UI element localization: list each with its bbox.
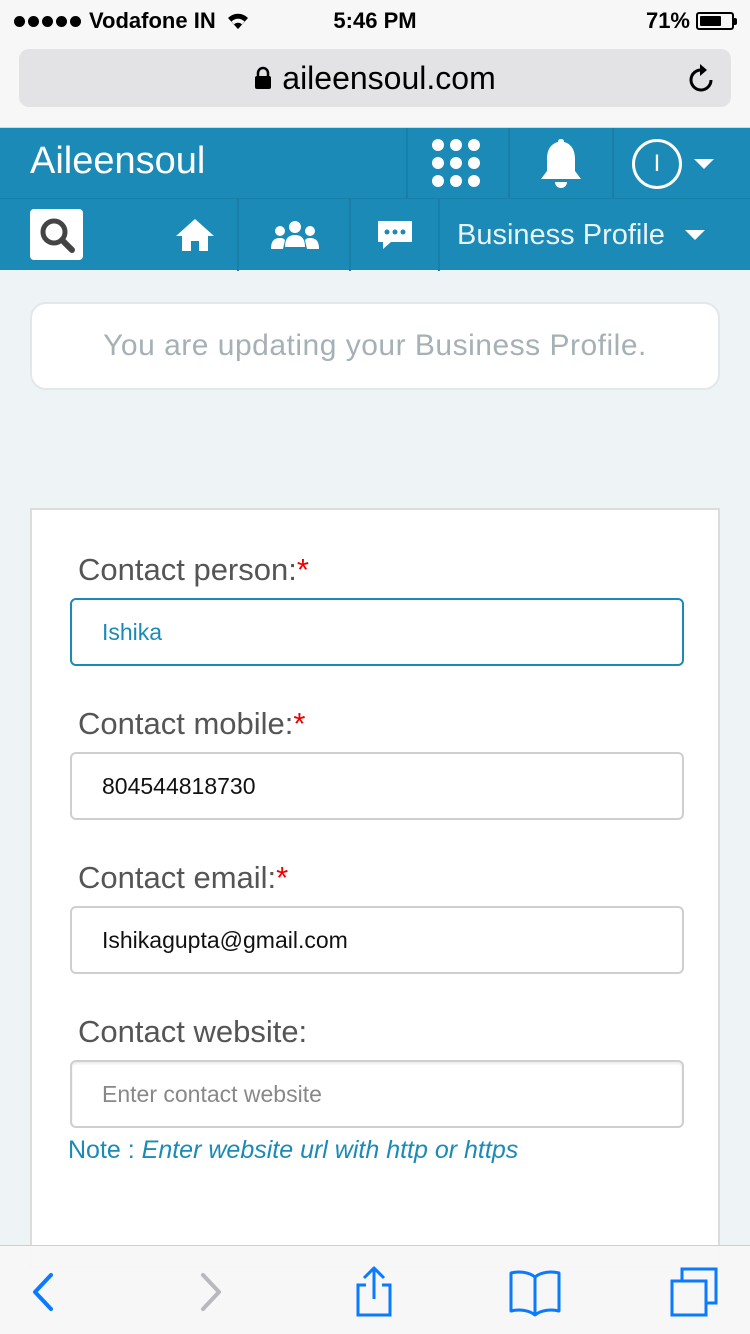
divider [612,128,614,198]
note-text: Enter website url with http or https [141,1136,519,1164]
search-icon [40,218,75,253]
share-icon [356,1266,392,1317]
battery-info: 71% [645,8,737,34]
contact-website-label: Contact website: [78,1014,307,1050]
back-icon [33,1273,53,1311]
app-header: Aileensoul I [0,128,750,198]
note-prefix: Note : [68,1136,142,1164]
network-button[interactable] [265,209,325,261]
contact-email-input[interactable]: Ishikagupta@gmail.com [70,906,684,974]
input-value: 804544818730 [102,772,256,799]
browser-chrome: aileensoul.com [0,40,750,128]
battery-icon [696,12,737,30]
apps-grid-button[interactable] [430,136,482,190]
brand-logo[interactable]: Aileensoul [30,140,205,183]
profile-switch-menu[interactable]: Business Profile [440,199,750,271]
label-text: Contact person: [78,552,297,587]
user-menu[interactable]: I [632,139,722,189]
contact-mobile-input[interactable]: 804544818730 [70,752,684,820]
chat-icon [378,221,412,249]
contact-person-input[interactable]: Ishika [70,598,684,666]
notifications-button[interactable] [534,136,588,190]
reload-icon[interactable] [687,62,717,94]
label-text: Contact website: [78,1014,308,1049]
contact-website-input[interactable]: Enter contact website [70,1060,684,1128]
status-bar: Vodafone IN 5:46 PM 71% [0,0,750,40]
website-note: Note : Enter website url with http or ht… [68,1136,518,1165]
search-button[interactable] [30,209,83,260]
back-button[interactable] [14,1264,74,1320]
bookmarks-icon [509,1270,561,1317]
divider [349,199,351,271]
share-button[interactable] [344,1264,404,1320]
required-marker: * [296,552,309,587]
bell-icon [541,139,581,188]
battery-fill [700,16,722,26]
label-text: Contact mobile: [78,706,294,741]
contact-email-label: Contact email:* [78,860,288,896]
notice-text: You are updating your Business Profile. [103,329,647,362]
input-value: Ishikagupta@gmail.com [102,926,348,953]
battery-percent: 71% [645,8,690,33]
address-bar[interactable]: aileensoul.com [19,49,731,107]
tabs-button[interactable] [664,1264,724,1320]
messages-button[interactable] [365,209,425,261]
required-marker: * [293,706,306,741]
home-icon [176,219,214,251]
forward-button[interactable] [180,1264,240,1320]
update-notice: You are updating your Business Profile. [30,302,720,390]
people-icon [271,221,319,249]
contact-person-label: Contact person:* [78,552,309,588]
chevron-down-icon [684,230,705,240]
contact-mobile-label: Contact mobile:* [78,706,305,742]
browser-toolbar [0,1245,750,1334]
avatar: I [632,139,682,189]
nav-bar: Business Profile [0,198,750,271]
divider [406,128,408,198]
label-text: Contact email: [78,860,277,895]
required-marker: * [276,860,289,895]
apps-grid-icon [432,139,480,187]
home-button[interactable] [165,209,225,261]
url-text: aileensoul.com [282,59,496,96]
divider [237,199,239,271]
tabs-icon [670,1267,718,1317]
profile-menu-label: Business Profile [457,218,665,251]
input-placeholder: Enter contact website [102,1080,322,1107]
input-value: Ishika [102,618,163,645]
divider [508,128,510,198]
forward-icon [201,1273,221,1311]
contact-form: Contact person:* Ishika Contact mobile:*… [30,508,720,1268]
clock: 5:46 PM [333,8,417,33]
chevron-down-icon [694,159,714,169]
lock-icon [255,66,272,89]
bookmarks-button[interactable] [505,1264,565,1320]
